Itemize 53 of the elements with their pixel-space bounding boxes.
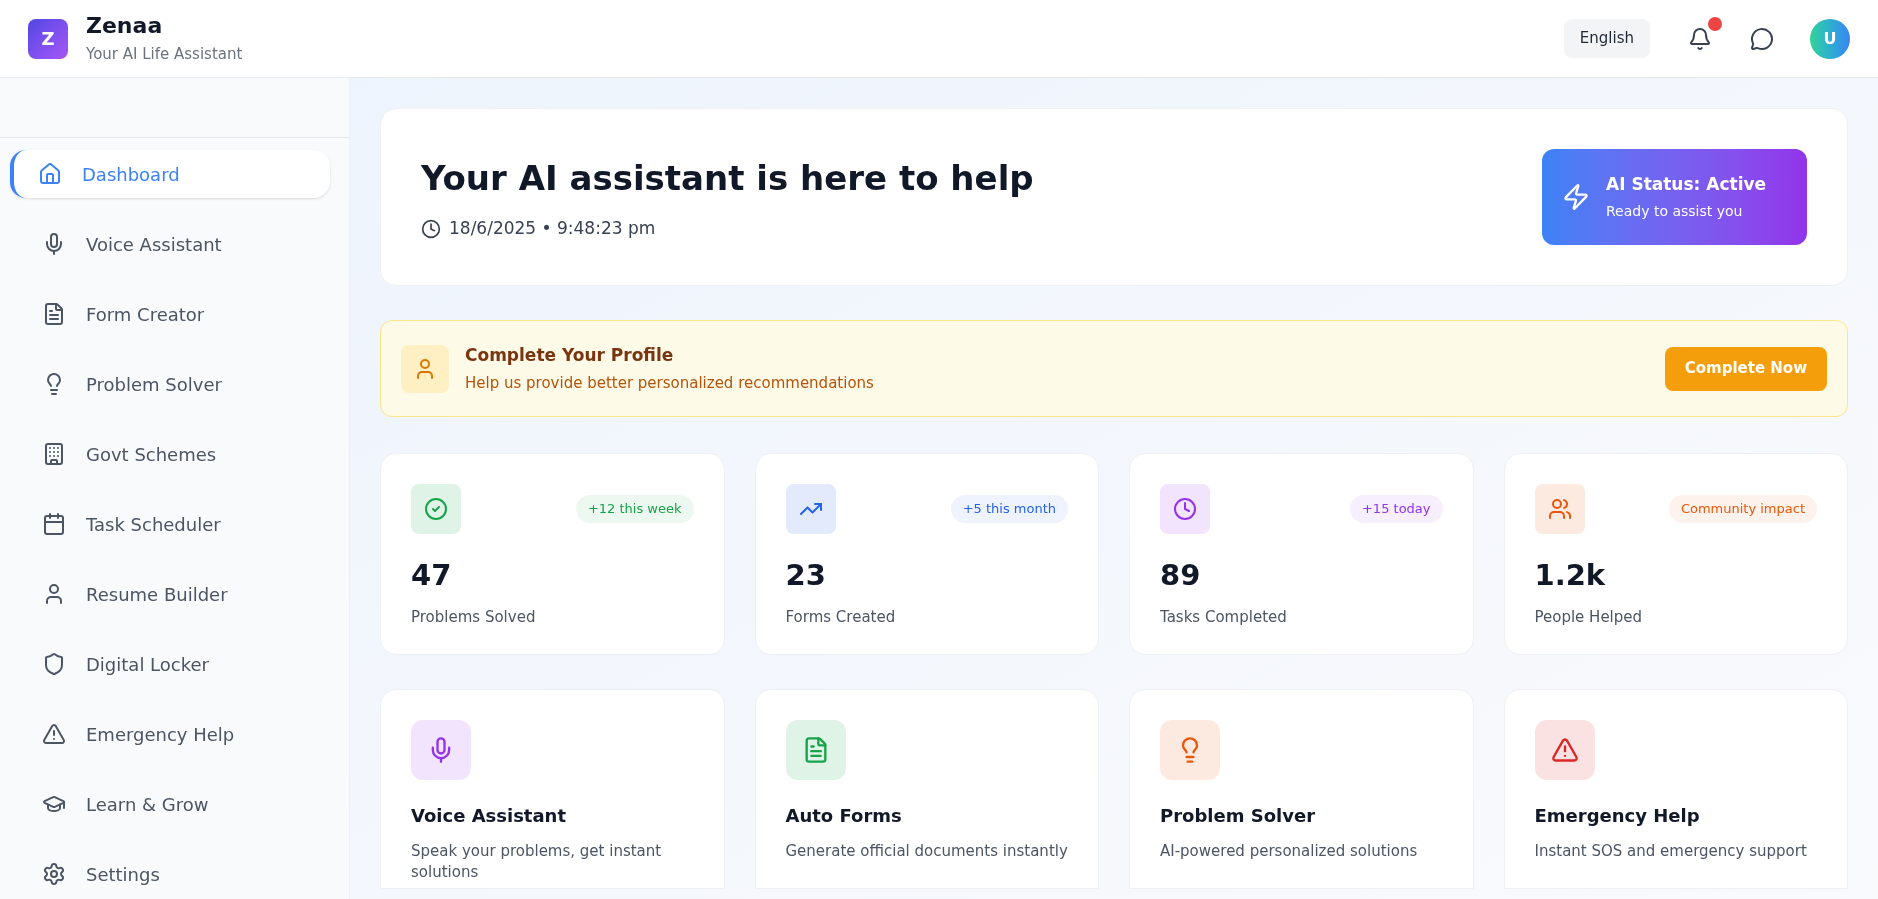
sidebar-item[interactable]: Dashboard xyxy=(10,150,330,198)
stat-badge: Community impact xyxy=(1668,495,1817,523)
feature-title: Voice Assistant xyxy=(411,804,568,828)
settings-icon xyxy=(42,862,66,886)
document-icon xyxy=(42,302,66,326)
stat-value: 1.2k xyxy=(1534,557,1607,594)
stat-label: Forms Created xyxy=(785,606,897,628)
stat-badge: +12 this week xyxy=(575,495,694,523)
sidebar-item[interactable]: Resume Builder xyxy=(10,570,330,618)
sidebar-item[interactable]: Form Creator xyxy=(10,290,330,338)
stat-value: 47 xyxy=(411,557,453,594)
sidebar-item[interactable]: Digital Locker xyxy=(10,640,330,688)
messages-button[interactable] xyxy=(1750,26,1774,51)
hero-title: Your AI assistant is here to help xyxy=(421,156,1034,200)
feature-description: Speak your problems, get instant solutions xyxy=(411,841,663,883)
building-icon xyxy=(42,442,66,466)
sidebar-item[interactable]: Emergency Help xyxy=(10,710,330,758)
feature-description: Instant SOS and emergency support xyxy=(1534,841,1808,862)
stat-badge: +15 today xyxy=(1349,495,1443,523)
shield-icon xyxy=(42,652,66,676)
app-tagline: Your AI Life Assistant xyxy=(86,44,243,65)
feature-description: Generate official documents instantly xyxy=(785,841,1068,862)
warning-icon xyxy=(42,722,66,746)
feature-title: Problem Solver xyxy=(1160,804,1317,828)
sidebar-item[interactable]: Govt Schemes xyxy=(10,430,330,478)
clock-icon xyxy=(421,218,441,239)
feature-title: Auto Forms xyxy=(785,804,903,828)
bell-icon xyxy=(1688,26,1712,51)
stat-label: People Helped xyxy=(1534,606,1644,628)
sidebar-item[interactable]: Task Scheduler xyxy=(10,500,330,548)
ai-status-title: AI Status: Active xyxy=(1606,172,1767,196)
feature-title: Emergency Help xyxy=(1534,804,1701,828)
sidebar-item[interactable]: Settings xyxy=(10,850,330,898)
profile-banner-text: Help us provide better personalized recommendations xyxy=(465,373,874,394)
sidebar-item[interactable]: Problem Solver xyxy=(10,360,330,408)
stat-value: 23 xyxy=(785,557,827,594)
profile-banner-title: Complete Your Profile xyxy=(465,343,675,367)
hero-datetime: 18/6/2025 • 9:48:23 pm xyxy=(449,216,656,240)
lightning-icon xyxy=(1562,183,1590,211)
calendar-icon xyxy=(42,512,66,536)
chat-bubble-icon xyxy=(1750,26,1774,51)
stat-value: 89 xyxy=(1160,557,1202,594)
sidebar-item[interactable]: Learn & Grow xyxy=(10,780,330,828)
stat-label: Problems Solved xyxy=(411,606,537,628)
language-button[interactable]: English xyxy=(1563,19,1650,58)
logo: Z xyxy=(28,18,68,59)
stat-label: Tasks Completed xyxy=(1160,606,1288,628)
ai-status-subtitle: Ready to assist you xyxy=(1606,202,1744,222)
stat-badge: +5 this month xyxy=(950,495,1068,523)
home-icon xyxy=(38,162,62,186)
sidebar-item[interactable]: Voice Assistant xyxy=(10,220,330,268)
app-name: Zenaa xyxy=(86,11,164,39)
feature-description: AI-powered personalized solutions xyxy=(1160,841,1419,862)
